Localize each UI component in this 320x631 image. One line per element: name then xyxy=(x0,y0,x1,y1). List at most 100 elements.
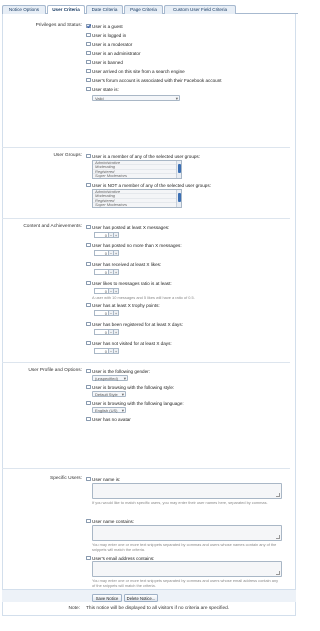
not-visited-option[interactable]: User has not visited for at least X days… xyxy=(86,340,172,346)
email-contains-note: You may enter one or more text snippets … xyxy=(92,578,279,588)
trophy-points-stepper: 0− + xyxy=(94,310,119,316)
user-name-contains-checkbox[interactable] xyxy=(86,518,91,524)
banned-option[interactable]: User is banned xyxy=(86,59,123,65)
tab-page-criteria[interactable]: Page Criteria xyxy=(124,5,163,14)
member-groups-option[interactable]: User is a member of any of the selected … xyxy=(86,153,200,159)
facebook-checkbox[interactable] xyxy=(86,77,91,83)
logged-in-option[interactable]: User is logged in xyxy=(86,32,126,38)
listbox-scrollbar[interactable] xyxy=(176,161,181,178)
registered-days-checkbox[interactable] xyxy=(86,321,91,327)
user-state-label: User state is: xyxy=(92,86,119,92)
language-checkbox[interactable] xyxy=(86,400,91,406)
guest-checkbox[interactable] xyxy=(86,23,91,29)
moderator-checkbox[interactable] xyxy=(86,41,91,47)
stepper-plus-button[interactable]: + xyxy=(114,269,119,275)
scrollbar-thumb[interactable] xyxy=(177,193,181,202)
guest-label: User is a guest xyxy=(92,23,123,29)
search-engine-option[interactable]: User arrived on this site from a search … xyxy=(86,68,185,74)
moderator-option[interactable]: User is a moderator xyxy=(86,41,132,47)
user-name-contains-note: You may enter one or more text snippets … xyxy=(92,542,277,552)
likes-ratio-checkbox[interactable] xyxy=(86,280,91,286)
user-name-contains-textarea[interactable] xyxy=(92,525,282,541)
trophy-points-label: User has at least X trophy points: xyxy=(92,302,160,308)
likes-ratio-note: A user with 10 messages and 5 likes will… xyxy=(92,295,195,300)
email-contains-checkbox[interactable] xyxy=(86,555,91,561)
facebook-option[interactable]: User's forum account is associated with … xyxy=(86,77,222,83)
listbox-scrollbar[interactable] xyxy=(176,190,181,207)
gender-select[interactable]: (unspecified) xyxy=(92,375,128,381)
administrator-checkbox[interactable] xyxy=(86,50,91,56)
registered-days-option[interactable]: User has been registered for at least X … xyxy=(86,321,183,327)
stepper-input[interactable]: 0 xyxy=(94,329,109,335)
banned-checkbox[interactable] xyxy=(86,59,91,65)
gender-label: User is the following gender: xyxy=(92,368,150,374)
stepper-plus-button[interactable]: + xyxy=(114,232,119,238)
trophy-points-checkbox[interactable] xyxy=(86,302,91,308)
stepper-input[interactable]: 0 xyxy=(94,348,109,354)
stepper-plus-button[interactable]: + xyxy=(114,288,119,294)
tab-custom-user-field-criteria[interactable]: Custom User Field Criteria xyxy=(164,5,236,14)
likes-ratio-stepper: 0− + xyxy=(94,288,119,294)
guest-option[interactable]: User is a guest xyxy=(86,23,123,29)
tab-notice-options[interactable]: Notice Options xyxy=(2,5,46,14)
user-state-select[interactable]: Valid xyxy=(92,95,180,101)
user-name-contains-option[interactable]: User name contains: xyxy=(86,518,134,524)
no-avatar-checkbox[interactable] xyxy=(86,416,91,422)
posted-at-least-option[interactable]: User has posted at least X messages: xyxy=(86,224,169,230)
stepper-input[interactable]: 0 xyxy=(94,288,109,294)
list-item[interactable]: Super Moderators xyxy=(93,173,181,178)
save-notice-button[interactable]: Save Notice xyxy=(92,594,122,602)
user-state-option[interactable]: User state is: xyxy=(86,86,119,92)
administrator-option[interactable]: User is an administrator xyxy=(86,50,141,56)
trophy-points-option[interactable]: User has at least X trophy points: xyxy=(86,302,160,308)
not-member-groups-option[interactable]: User is NOT a member of any of the selec… xyxy=(86,182,211,188)
posted-no-more-checkbox[interactable] xyxy=(86,242,91,248)
stepper-plus-button[interactable]: + xyxy=(114,310,119,316)
likes-ratio-option[interactable]: User likes to messages ratio is at least… xyxy=(86,280,172,286)
received-likes-option[interactable]: User has received at least X likes: xyxy=(86,261,161,267)
no-avatar-label: User has no avatar xyxy=(92,416,131,422)
posted-no-more-option[interactable]: User has posted no more than X messages: xyxy=(86,242,182,248)
style-checkbox[interactable] xyxy=(86,384,91,390)
user-name-contains-label: User name contains: xyxy=(92,518,135,524)
banned-label: User is banned xyxy=(92,59,123,65)
style-select[interactable]: Default Style xyxy=(92,391,126,397)
posted-no-more-label: User has posted no more than X messages: xyxy=(92,242,182,248)
list-item[interactable]: Super Moderators xyxy=(93,202,181,207)
posted-at-least-checkbox[interactable] xyxy=(86,224,91,230)
scrollbar-thumb[interactable] xyxy=(177,164,181,173)
received-likes-checkbox[interactable] xyxy=(86,261,91,267)
user-name-is-checkbox[interactable] xyxy=(86,476,91,482)
not-member-groups-listbox[interactable]: Administrative Moderating Registered Sup… xyxy=(92,189,182,208)
gender-checkbox[interactable] xyxy=(86,368,91,374)
user-name-is-option[interactable]: User name is: xyxy=(86,476,120,482)
tab-date-criteria[interactable]: Date Criteria xyxy=(86,5,123,14)
stepper-input[interactable]: 0 xyxy=(94,232,109,238)
language-select[interactable]: English (US) xyxy=(92,407,126,413)
divider xyxy=(2,147,290,148)
stepper-input[interactable]: 0 xyxy=(94,310,109,316)
search-engine-checkbox[interactable] xyxy=(86,68,91,74)
received-likes-label: User has received at least X likes: xyxy=(92,261,162,267)
not-member-groups-checkbox[interactable] xyxy=(86,182,91,188)
stepper-plus-button[interactable]: + xyxy=(114,348,119,354)
delete-notice-button[interactable]: Delete Notice... xyxy=(124,594,158,602)
no-avatar-option[interactable]: User has no avatar xyxy=(86,416,131,422)
not-visited-stepper: 0− + xyxy=(94,348,119,354)
member-groups-checkbox[interactable] xyxy=(86,153,91,159)
stepper-input[interactable]: 0 xyxy=(94,269,109,275)
posted-at-least-stepper: 0− + xyxy=(94,232,119,238)
stepper-input[interactable]: 0 xyxy=(94,250,109,256)
logged-in-checkbox[interactable] xyxy=(86,32,91,38)
style-option[interactable]: User is browsing with the following styl… xyxy=(86,384,174,390)
user-name-is-textarea[interactable] xyxy=(92,483,282,499)
language-option[interactable]: User is browsing with the following lang… xyxy=(86,400,184,406)
gender-option[interactable]: User is the following gender: xyxy=(86,368,150,374)
member-groups-listbox[interactable]: Administrative Moderating Registered Sup… xyxy=(92,160,182,179)
stepper-plus-button[interactable]: + xyxy=(114,250,119,256)
not-visited-checkbox[interactable] xyxy=(86,340,91,346)
email-contains-textarea[interactable] xyxy=(92,561,282,577)
stepper-plus-button[interactable]: + xyxy=(114,329,119,335)
user-state-checkbox[interactable] xyxy=(86,86,91,92)
registered-days-label: User has been registered for at least X … xyxy=(92,321,183,327)
